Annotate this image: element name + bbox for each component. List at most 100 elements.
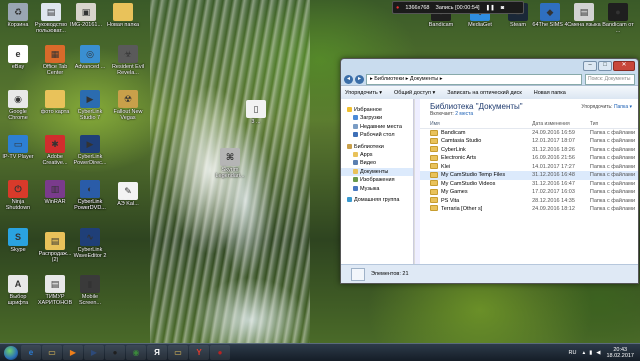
recording-bar[interactable]: ● 1366x768 Запись [00:00:54] ❚❚ ◙ <box>392 1 524 14</box>
nav-homegroup[interactable]: Домашняя группа <box>341 196 413 204</box>
file-row[interactable]: Electronic Arts 16.09.2016 21:56 Папка с ф… <box>420 154 638 162</box>
file-row[interactable]: Terraria [Other s] 24.09.2016 18:12 Папка … <box>420 205 638 213</box>
new-folder-button[interactable]: Новая папка <box>534 90 566 96</box>
desktop-icon-item[interactable]: ⌘ Skyrim Legendari... <box>212 148 248 179</box>
arrange-by: Упорядочить: Папка ▾ <box>581 104 632 110</box>
nav-desktop[interactable]: Рабочий стол <box>341 131 413 139</box>
desktop-icon-item[interactable]: ▣ IMG-20161... <box>68 3 104 28</box>
taskbar-app-button[interactable]: ● <box>105 345 125 360</box>
desktop-icon-item[interactable]: Новая папка <box>105 3 141 28</box>
volume-icon[interactable]: ◀ <box>596 350 600 356</box>
desktop-icon-item[interactable]: ▮ Mobile Screen... <box>72 275 108 306</box>
nav-documents[interactable]: Документы <box>341 167 413 177</box>
desktop-icon-item[interactable]: ✎ АЭ Kal... <box>110 182 146 207</box>
network-icon[interactable]: ▮ <box>589 350 592 356</box>
file-row[interactable]: PS Vita 28.12.2016 14:35 Папка с файлами <box>420 197 638 205</box>
taskbar-app-button[interactable]: ▶ <box>84 345 104 360</box>
desktop-icon-item[interactable]: ▤ Смена языка <box>566 3 602 28</box>
column-type[interactable]: Тип <box>590 120 638 128</box>
pause-icon[interactable]: ❚❚ <box>486 5 495 11</box>
address-bar[interactable]: ▸ Библиотеки ▸ Документы ▸ <box>366 73 582 85</box>
desktop-icon-item[interactable]: ▥ WinRAR <box>37 180 73 205</box>
taskbar-app-button[interactable]: Y <box>189 345 209 360</box>
title-bar[interactable]: – □ ✕ <box>341 59 638 73</box>
desktop-icon-item[interactable]: ▭ IP-TV Player <box>0 135 36 160</box>
desktop-icon-item[interactable]: ▦ Office Tab Center <box>37 45 73 76</box>
desktop-icon-item[interactable]: ☢ Fallout New Vegas <box>110 90 146 121</box>
file-date: 14.01.2017 17:27 <box>532 163 575 170</box>
file-row[interactable]: Camtasia Studio 12.01.2017 18:07 Папка с ф… <box>420 137 638 145</box>
share-button[interactable]: Общий доступ ▾ <box>394 90 435 96</box>
close-button[interactable]: ✕ <box>613 61 635 71</box>
nav-libraries[interactable]: Библиотеки <box>341 143 413 151</box>
file-row[interactable]: My CamStudio Videos 31.12.2016 16:47 Папка… <box>420 180 638 188</box>
nav-video[interactable]: Видео <box>341 159 413 167</box>
bandicam-icon: ● <box>112 348 118 357</box>
search-input[interactable]: Поиск: Документы <box>585 73 635 85</box>
nav-recent-places[interactable]: Недавние места <box>341 123 413 131</box>
desktop-icon-item[interactable]: ∿ CyberLink WaveEditor 2 <box>72 228 108 259</box>
folder-icon <box>430 205 438 212</box>
desktop-icon-label: Skype <box>10 247 26 253</box>
column-date[interactable]: Дата изменения <box>532 120 590 128</box>
language-indicator[interactable]: RU <box>568 350 576 356</box>
taskbar-app-button[interactable]: ▭ <box>42 345 62 360</box>
nav-pictures[interactable]: Изображения <box>341 176 413 184</box>
file-row[interactable]: Bandicam 24.09.2016 16:59 Папка с файлами <box>420 129 638 137</box>
desktop-icon-item[interactable]: ▶ CyberLink PowerDirec... <box>72 135 108 166</box>
file-row[interactable]: My Games 17.02.2017 16:03 Папка с файлами <box>420 188 638 196</box>
desktop-icon-item[interactable]: ▯ 3 ... <box>238 100 274 125</box>
file-row[interactable]: Klei 14.01.2017 17:27 Папка с файлами <box>420 163 638 171</box>
forward-button[interactable]: ▸ <box>355 74 364 84</box>
desktop-icon-item[interactable]: ▶ CyberLink Studio 7 <box>72 90 108 121</box>
desktop-icon-item[interactable]: ◉ Google Chrome <box>0 90 36 121</box>
start-button[interactable] <box>4 345 18 360</box>
desktop-icon-item[interactable]: S Skype <box>0 228 36 253</box>
desktop-icon-item[interactable]: ◐CyberLink PowerDVD... <box>72 180 108 211</box>
desktop-icon-item[interactable]: ▤ Руководство пользоват... <box>33 3 69 34</box>
maximize-button[interactable]: □ <box>598 61 612 71</box>
explorer-window[interactable]: – □ ✕ ◂ ▸ ▸ Библиотеки ▸ Документы ▸ Пои… <box>340 58 639 284</box>
clock[interactable]: 20:43 18.02.2017 <box>606 347 634 359</box>
burn-button[interactable]: Записать на оптический диск <box>447 90 521 96</box>
minimize-button[interactable]: – <box>583 61 597 71</box>
file-date: 28.12.2016 14:35 <box>532 197 575 204</box>
tray-arrow-icon[interactable]: ▴ <box>582 350 585 356</box>
desktop-icon-item[interactable]: ▤ ТИМУР ХАРИТОНОВ <box>37 275 73 306</box>
arrange-dropdown[interactable]: Папка ▾ <box>614 104 632 110</box>
record-icon[interactable]: ● <box>396 5 399 11</box>
nav-downloads[interactable]: Загрузки <box>341 114 413 122</box>
desktop-icon-item[interactable]: ♻ Корзина <box>0 3 36 28</box>
nav-music[interactable]: Музыка <box>341 185 413 193</box>
desktop-icon-item[interactable]: ⏻ Ninja Shutdown <box>0 180 36 211</box>
taskbar-app-button[interactable]: ◉ <box>126 345 146 360</box>
desktop-icon-item[interactable]: ☣ Resident Evil Revela... <box>110 45 146 76</box>
desktop-icon-item[interactable]: ▤ Распродаж... (2) <box>37 232 73 263</box>
desktop-icon-item[interactable]: ✱ Adobe Creative... <box>37 135 73 166</box>
organize-button[interactable]: Упорядочить ▾ <box>345 90 382 96</box>
taskbar-app-button[interactable]: ● <box>210 345 230 360</box>
nav-apps[interactable]: Apps <box>341 151 413 159</box>
includes-link[interactable]: 2 места <box>455 111 473 117</box>
folder-icon <box>353 152 358 157</box>
taskbar-app-button[interactable]: ▭ <box>168 345 188 360</box>
column-name[interactable]: Имя <box>430 120 532 128</box>
camera-icon[interactable]: ◙ <box>501 5 504 11</box>
taskbar-app-button[interactable]: Я <box>147 345 167 360</box>
file-row[interactable]: CyberLink 31.12.2016 18:26 Папка с файлами <box>420 146 638 154</box>
nav-favorites[interactable]: Избранное <box>341 106 413 114</box>
desktop-icon-item[interactable]: фото карта <box>37 90 73 115</box>
video-icon: ▶ <box>90 348 98 357</box>
back-button[interactable]: ◂ <box>344 74 353 84</box>
desktop-icon-item[interactable]: ◆ 64The SIMS 4 <box>532 3 568 28</box>
desktop-icon-item[interactable]: ◎ Advanced ... <box>72 45 108 70</box>
taskbar-app-button[interactable]: e <box>21 345 41 360</box>
desktop-icon-item[interactable]: ● Bandicam от ... <box>600 3 636 34</box>
main-area: Избранное Загрузки Недавние места Рабочи… <box>341 99 638 265</box>
file-row[interactable]: My CamStudio Temp Files 31.12.2016 16:48 П… <box>420 171 638 180</box>
file-type: Папка с файлами <box>589 180 636 187</box>
desktop-icon-label: CyberLink Studio 7 <box>77 109 103 121</box>
desktop-icon-item[interactable]: A Выбор шрифта <box>0 275 36 306</box>
taskbar-app-button[interactable]: ▶ <box>63 345 83 360</box>
desktop-icon-item[interactable]: e eBay <box>0 45 36 70</box>
